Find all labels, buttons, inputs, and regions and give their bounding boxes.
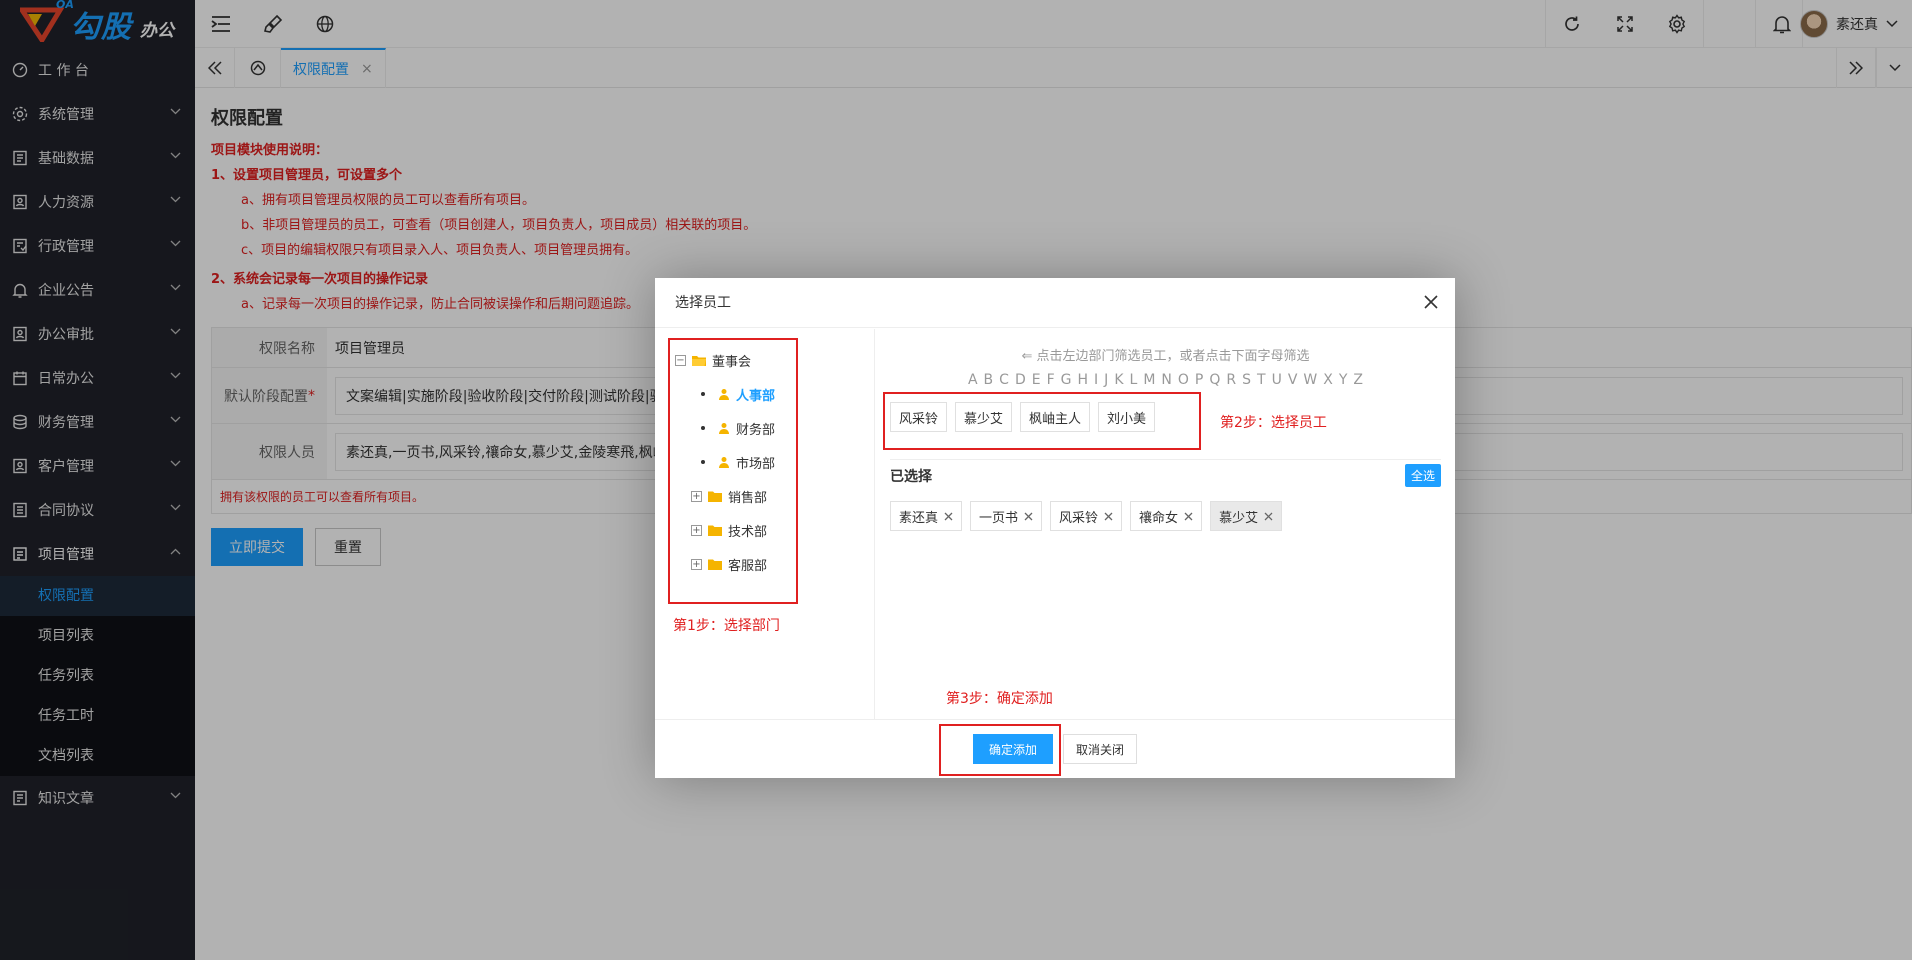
- tree-node-label: 人事部: [736, 388, 776, 404]
- employee-chip[interactable]: 枫岫主人: [1020, 402, 1091, 432]
- selected-chip: 风采铃: [1050, 501, 1123, 531]
- selected-chip-label: 一页书: [979, 510, 1019, 526]
- tree-node-label: 客服部: [728, 558, 768, 574]
- group-icon: [719, 422, 729, 434]
- employee-chip[interactable]: 刘小美: [1098, 402, 1156, 432]
- group-icon: [719, 388, 729, 400]
- tree-node-label: 董事会: [712, 354, 752, 370]
- bullet-icon: [701, 426, 705, 430]
- letter-filter-V[interactable]: V: [1288, 372, 1298, 388]
- letter-filter-L[interactable]: L: [1130, 372, 1138, 388]
- letter-filter-O[interactable]: O: [1178, 372, 1189, 388]
- selected-label: 已选择: [890, 468, 932, 485]
- tree-node-3[interactable]: + 销售部: [675, 479, 775, 513]
- letter-filter-Y[interactable]: Y: [1339, 372, 1348, 388]
- close-icon[interactable]: [1421, 292, 1441, 312]
- tree-node-root[interactable]: − 董事会: [675, 343, 775, 377]
- selected-chip-label: 慕少艾: [1219, 510, 1259, 526]
- folder-icon: [708, 559, 722, 570]
- confirm-add-button[interactable]: 确定添加: [972, 734, 1053, 764]
- remove-icon[interactable]: [1024, 512, 1033, 521]
- remove-icon[interactable]: [944, 512, 953, 521]
- letter-filter-I[interactable]: I: [1094, 372, 1098, 388]
- expand-icon[interactable]: +: [691, 558, 702, 570]
- selected-chip: 慕少艾: [1210, 501, 1283, 531]
- letter-filter-F[interactable]: F: [1047, 372, 1055, 388]
- folder-icon: [708, 491, 722, 502]
- department-tree: − 董事会人事部财务部市场部 + 销售部 + 技术部 + 客服部: [675, 343, 775, 581]
- employee-chip[interactable]: 风采铃: [890, 402, 948, 432]
- tree-node-4[interactable]: + 技术部: [675, 513, 775, 547]
- letter-filter-P[interactable]: P: [1195, 372, 1203, 388]
- tree-node-0[interactable]: 人事部: [675, 377, 775, 411]
- selected-header: 已选择 全选: [890, 459, 1441, 489]
- dialog-footer: 确定添加 取消关闭: [655, 719, 1455, 778]
- letter-filter-W[interactable]: W: [1303, 372, 1317, 388]
- select-employee-dialog: 选择员工 − 董事会人事部财务部市场部 + 销售部 + 技术部 + 客服部 ⇐ 点击左边部门筛…: [655, 278, 1455, 778]
- department-tree-panel: − 董事会人事部财务部市场部 + 销售部 + 技术部 + 客服部: [655, 329, 875, 719]
- selected-list: 素还真 一页书 风采铃 禳命女 慕少艾: [890, 501, 1283, 531]
- selected-chip-label: 素还真: [899, 510, 939, 526]
- letter-filter-E[interactable]: E: [1032, 372, 1041, 388]
- step3-annotation: 第3步：确定添加: [946, 691, 1053, 707]
- letter-filter-U[interactable]: U: [1272, 372, 1282, 388]
- letter-filter: ABCDEFGHIJKLMNOPQRSTUVWXYZ: [876, 372, 1455, 388]
- tree-node-label: 技术部: [728, 524, 768, 540]
- selected-chip-label: 风采铃: [1059, 510, 1099, 526]
- tree-node-label: 财务部: [736, 422, 776, 438]
- employee-chip[interactable]: 慕少艾: [955, 402, 1013, 432]
- bullet-icon: [701, 392, 705, 396]
- letter-filter-A[interactable]: A: [968, 372, 978, 388]
- employee-panel: ⇐ 点击左边部门筛选员工，或者点击下面字母筛选 ABCDEFGHIJKLMNOP…: [876, 329, 1455, 719]
- letter-filter-G[interactable]: G: [1061, 372, 1072, 388]
- step2-annotation: 第2步：选择员工: [1220, 415, 1327, 431]
- remove-icon[interactable]: [1264, 512, 1273, 521]
- letter-filter-C[interactable]: C: [999, 372, 1009, 388]
- remove-icon[interactable]: [1104, 512, 1113, 521]
- tree-node-1[interactable]: 财务部: [675, 411, 775, 445]
- bullet-icon: [701, 460, 705, 464]
- letter-filter-B[interactable]: B: [984, 372, 994, 388]
- letter-filter-R[interactable]: R: [1226, 372, 1236, 388]
- select-all-button[interactable]: 全选: [1404, 464, 1441, 487]
- folder-open-icon: [692, 355, 706, 366]
- letter-filter-M[interactable]: M: [1143, 372, 1155, 388]
- folder-icon: [708, 525, 722, 536]
- letter-filter-S[interactable]: S: [1242, 372, 1251, 388]
- filter-hint: ⇐ 点击左边部门筛选员工，或者点击下面字母筛选: [1021, 349, 1310, 364]
- tree-node-label: 销售部: [728, 490, 768, 506]
- remove-icon[interactable]: [1184, 512, 1193, 521]
- letter-filter-X[interactable]: X: [1323, 372, 1333, 388]
- collapse-icon[interactable]: −: [675, 354, 686, 366]
- cancel-close-button[interactable]: 取消关闭: [1063, 734, 1138, 764]
- letter-filter-Q[interactable]: Q: [1209, 372, 1220, 388]
- letter-filter-T[interactable]: T: [1257, 372, 1266, 388]
- tree-node-5[interactable]: + 客服部: [675, 547, 775, 581]
- letter-filter-H[interactable]: H: [1078, 372, 1089, 388]
- expand-icon[interactable]: +: [691, 490, 702, 502]
- selected-chip: 素还真: [890, 501, 963, 531]
- employee-list: 风采铃 慕少艾 枫岫主人 刘小美: [876, 388, 1455, 432]
- selected-chip: 一页书: [970, 501, 1043, 531]
- expand-icon[interactable]: +: [691, 524, 702, 536]
- selected-chip: 禳命女: [1130, 501, 1203, 531]
- tree-node-2[interactable]: 市场部: [675, 445, 775, 479]
- selected-chip-label: 禳命女: [1139, 510, 1179, 526]
- step1-annotation: 第1步：选择部门: [673, 618, 780, 634]
- letter-filter-Z[interactable]: Z: [1353, 372, 1363, 388]
- letter-filter-N[interactable]: N: [1161, 372, 1171, 388]
- letter-filter-J[interactable]: J: [1104, 372, 1108, 388]
- letter-filter-K[interactable]: K: [1114, 372, 1123, 388]
- tree-node-label: 市场部: [736, 456, 776, 472]
- letter-filter-D[interactable]: D: [1015, 372, 1026, 388]
- group-icon: [719, 456, 729, 468]
- dialog-title: 选择员工: [655, 278, 1455, 328]
